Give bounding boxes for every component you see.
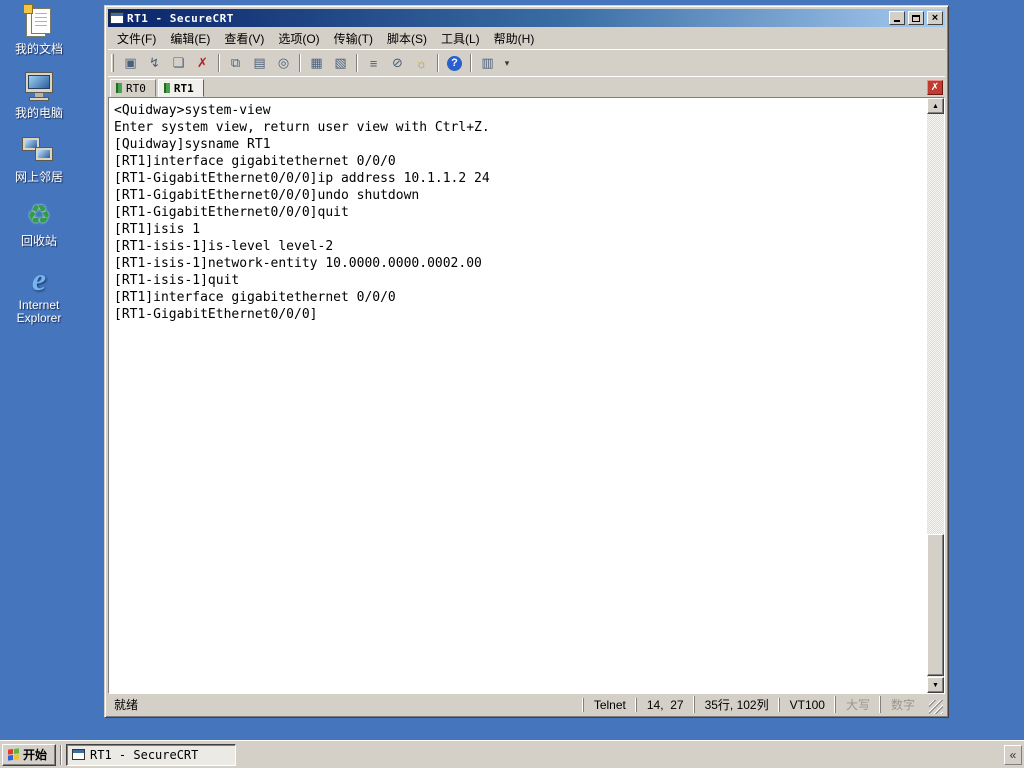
session-status-icon bbox=[116, 83, 122, 93]
close-icon: × bbox=[931, 11, 939, 24]
maximize-button[interactable] bbox=[908, 11, 924, 25]
securecrt-window: RT1 - SecureCRT × 文件(F) 编辑(E) 查看(V) 选项(O… bbox=[104, 5, 949, 718]
taskbar-separator bbox=[60, 744, 63, 765]
terminal-output[interactable]: <Quidway>system-view Enter system view, … bbox=[109, 98, 944, 323]
connect-icon[interactable]: ▣ bbox=[119, 52, 142, 74]
desktop-icon-label: 我的电脑 bbox=[14, 106, 63, 120]
windows-logo-icon bbox=[8, 748, 19, 761]
menu-tools[interactable]: 工具(L) bbox=[434, 28, 487, 49]
toolbar-grip[interactable] bbox=[111, 54, 114, 72]
menu-bar: 文件(F) 编辑(E) 查看(V) 选项(O) 传输(T) 脚本(S) 工具(L… bbox=[108, 27, 945, 49]
light-icon[interactable]: ☼ bbox=[410, 52, 433, 74]
clear-screen-icon[interactable]: ⊘ bbox=[386, 52, 409, 74]
start-button[interactable]: 开始 bbox=[2, 743, 57, 766]
scroll-up-icon[interactable]: ▲ bbox=[927, 98, 944, 114]
my-documents-icon bbox=[22, 4, 56, 40]
desktop-icon-label: 我的文档 bbox=[14, 42, 63, 56]
session-tab-bar: RT0 RT1 ✗ bbox=[108, 76, 945, 97]
taskbar-right: « bbox=[1004, 744, 1022, 765]
network-places-icon bbox=[22, 134, 56, 168]
start-button-label: 开始 bbox=[23, 748, 48, 762]
desktop-icon-label: Internet Explorer bbox=[16, 298, 62, 325]
menu-view[interactable]: 查看(V) bbox=[217, 28, 271, 49]
desktop: { "desktop": { "icons": [ { "label": "我的… bbox=[0, 0, 1024, 768]
menu-transfer[interactable]: 传输(T) bbox=[327, 28, 380, 49]
internet-explorer-icon: e bbox=[31, 261, 47, 297]
desktop-icon-label: 网上邻居 bbox=[14, 170, 63, 184]
taskbar-item-securecrt[interactable]: RT1 - SecureCRT bbox=[66, 743, 237, 766]
menu-options[interactable]: 选项(O) bbox=[271, 28, 326, 49]
help-icon[interactable]: ? bbox=[443, 52, 466, 74]
desktop-icon-label: 回收站 bbox=[20, 234, 57, 248]
status-cursor-position: 14, 27 bbox=[635, 697, 694, 712]
disconnect-icon[interactable]: ✗ bbox=[191, 52, 214, 74]
app-icon bbox=[110, 12, 124, 24]
tab-rt0[interactable]: RT0 bbox=[110, 79, 156, 97]
scrollbar-thumb[interactable] bbox=[927, 534, 944, 676]
recycle-bin-icon: ♻ bbox=[26, 199, 52, 230]
toolbar-separator bbox=[299, 54, 301, 72]
resize-grip[interactable] bbox=[929, 700, 943, 714]
status-num-lock: 数字 bbox=[879, 696, 925, 713]
taskbar-item-label: RT1 - SecureCRT bbox=[90, 747, 199, 762]
toolbar-separator bbox=[437, 54, 439, 72]
desktop-icon-my-documents[interactable]: 我的文档 bbox=[0, 4, 78, 56]
menu-edit[interactable]: 编辑(E) bbox=[163, 28, 217, 49]
session-manager-icon[interactable]: ▥ bbox=[476, 52, 499, 74]
menu-script[interactable]: 脚本(S) bbox=[380, 28, 434, 49]
chevron-left-icon[interactable]: « bbox=[1004, 744, 1022, 765]
print-setup-icon[interactable]: ▧ bbox=[329, 52, 352, 74]
securecrt-icon bbox=[72, 749, 86, 760]
minimize-button[interactable] bbox=[889, 11, 905, 25]
paste-icon[interactable]: ▤ bbox=[248, 52, 271, 74]
clone-session-icon[interactable]: ❏ bbox=[167, 52, 190, 74]
taskbar: 开始 RT1 - SecureCRT « bbox=[0, 740, 1024, 768]
quick-connect-icon[interactable]: ↯ bbox=[143, 52, 166, 74]
menu-file[interactable]: 文件(F) bbox=[110, 28, 163, 49]
vertical-scrollbar[interactable]: ▲ ▼ bbox=[927, 98, 944, 693]
status-terminal-size: 35行, 102列 bbox=[693, 696, 779, 713]
toolbar-overflow-icon[interactable]: ▾ bbox=[500, 52, 514, 74]
session-status-icon bbox=[163, 83, 170, 93]
find-icon[interactable]: ◎ bbox=[272, 52, 295, 74]
toolbar-separator bbox=[218, 54, 220, 72]
print-icon[interactable]: ▦ bbox=[305, 52, 328, 74]
desktop-icon-network-places[interactable]: 网上邻居 bbox=[0, 134, 78, 184]
copy-icon[interactable]: ⧉ bbox=[224, 52, 247, 74]
status-caps-lock: 大写 bbox=[834, 696, 880, 713]
toolbar-separator bbox=[470, 54, 472, 72]
toolbar: ▣ ↯ ❏ ✗ ⧉ ▤ ◎ ▦ ▧ ≡ ⊘ ☼ ? ▥ ▾ bbox=[108, 49, 945, 76]
status-ready: 就绪 bbox=[114, 698, 139, 712]
desktop-icon-column: 我的文档 我的电脑 网上邻居 ♻ 回收站 e Internet Explorer bbox=[0, 4, 78, 339]
session-options-icon[interactable]: ≡ bbox=[362, 52, 385, 74]
window-title: RT1 - SecureCRT bbox=[127, 11, 234, 25]
desktop-icon-recycle-bin[interactable]: ♻ 回收站 bbox=[0, 198, 78, 248]
terminal-area: <Quidway>system-view Enter system view, … bbox=[108, 97, 945, 694]
window-titlebar[interactable]: RT1 - SecureCRT × bbox=[108, 9, 945, 27]
desktop-icon-my-computer[interactable]: 我的电脑 bbox=[0, 70, 78, 120]
scroll-down-icon[interactable]: ▼ bbox=[927, 677, 944, 693]
my-computer-icon bbox=[22, 70, 56, 104]
tab-label: RT0 bbox=[126, 81, 146, 95]
desktop-icon-internet-explorer[interactable]: e Internet Explorer bbox=[0, 262, 78, 325]
tab-close-button[interactable]: ✗ bbox=[927, 80, 943, 95]
status-bar: 就绪 Telnet 14, 27 35行, 102列 VT100 大写 数字 bbox=[108, 694, 945, 714]
toolbar-separator bbox=[356, 54, 358, 72]
tab-rt1[interactable]: RT1 bbox=[157, 79, 204, 97]
tab-label: RT1 bbox=[173, 81, 194, 95]
status-protocol: Telnet bbox=[582, 697, 636, 712]
close-button[interactable]: × bbox=[927, 11, 943, 25]
status-emulation: VT100 bbox=[778, 697, 835, 712]
menu-help[interactable]: 帮助(H) bbox=[487, 28, 542, 49]
